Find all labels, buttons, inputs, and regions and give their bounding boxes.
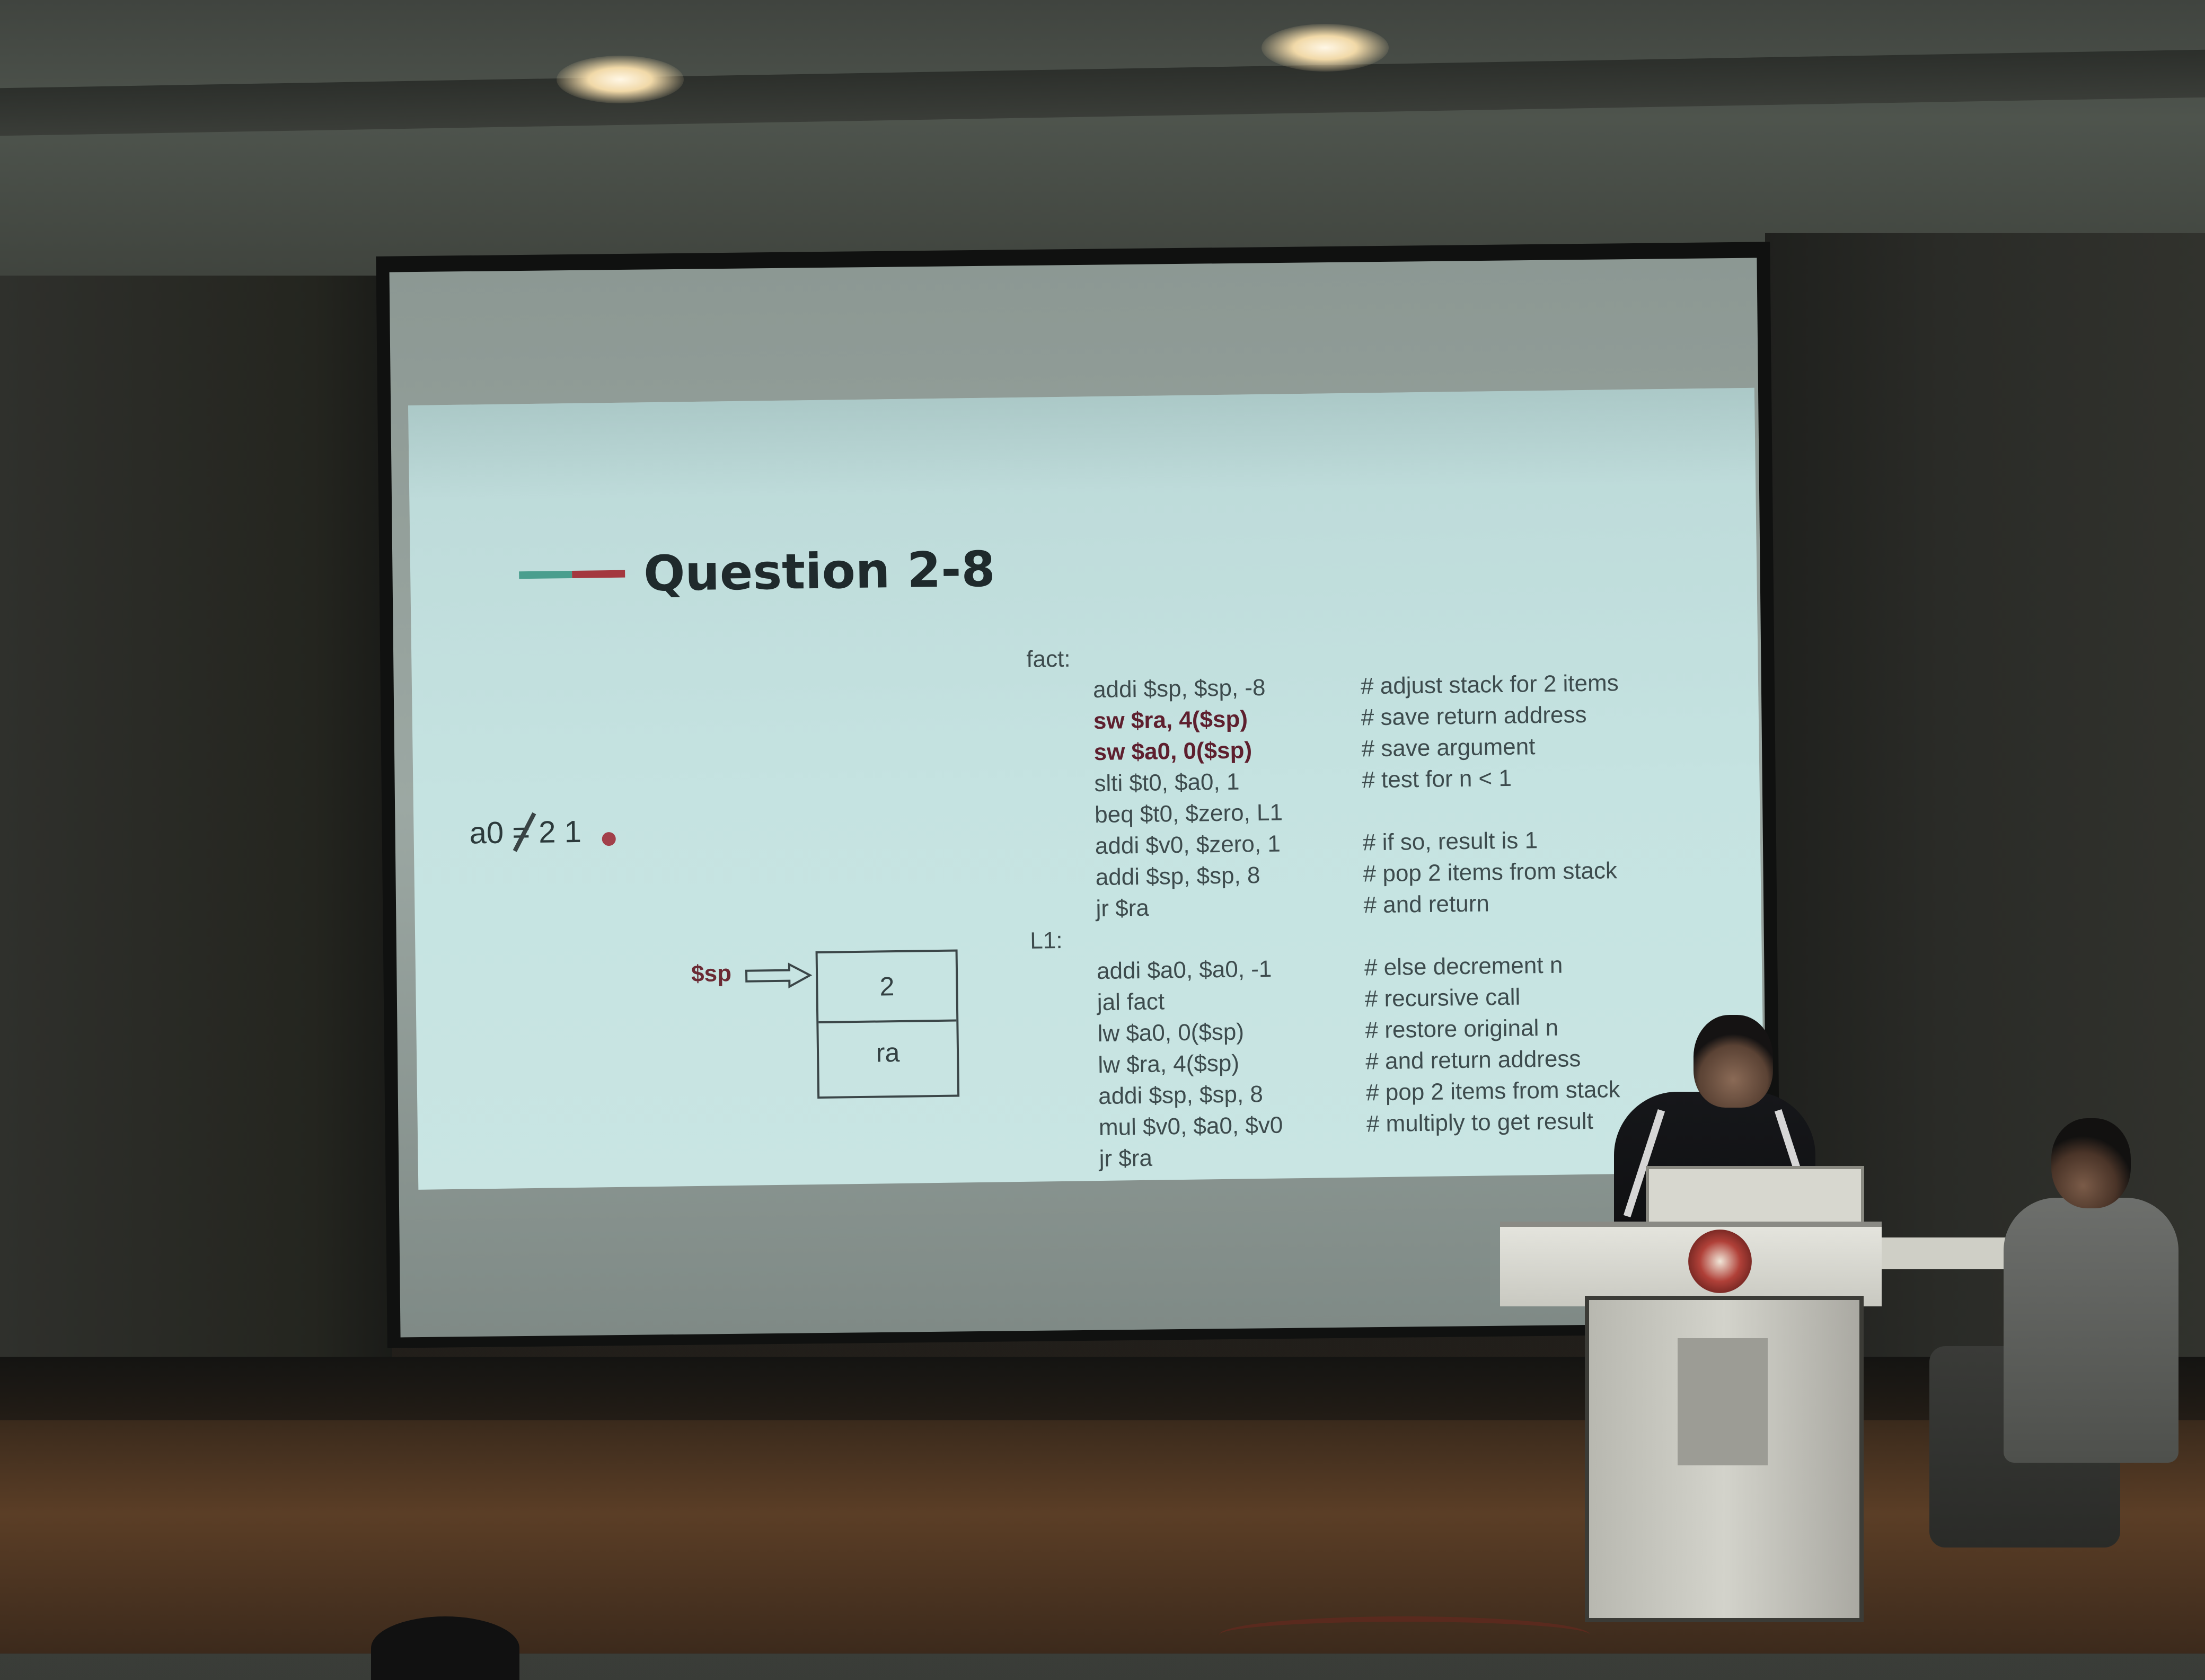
code-instruction: jr $ra [1099,1145,1153,1172]
title-accent-teal [519,570,572,579]
code-instruction: jal fact [1097,988,1165,1016]
code-instruction: addi $sp, $sp, 8 [1098,1081,1264,1110]
code-instruction: addi $v0, $zero, 1 [1095,830,1281,860]
slide-top-shade [408,387,1756,501]
code-comment: # and return [1363,890,1490,918]
stack-divider [818,1019,957,1023]
stack-pointer-arrow-icon [745,962,813,989]
code-instruction: mul $v0, $a0, $v0 [1098,1112,1283,1141]
annotation-new-value: 1 [564,814,582,850]
podium-emblem-logo [1688,1230,1752,1293]
laser-pointer-dot [602,832,616,846]
code-label: fact: [1026,646,1071,673]
code-label: L1: [1030,927,1063,954]
code-comment: # restore original n [1365,1014,1559,1044]
code-comment: # if so, result is 1 [1362,827,1538,856]
code-comment: # and return address [1365,1046,1581,1075]
podium-front-panel [1678,1338,1768,1465]
code-comment: # save return address [1361,701,1587,731]
code-comment: # else decrement n [1364,952,1563,981]
code-instruction: sw $a0, 0($sp) [1093,737,1253,766]
code-instruction: addi $sp, $sp, -8 [1092,674,1266,703]
podium-monitor [1646,1166,1864,1231]
stack-pointer-label: $sp [691,960,732,987]
ceiling-light-right [1262,24,1389,72]
code-instruction: sw $ra, 4($sp) [1093,706,1248,735]
stack-diagram: 2 ra [815,949,960,1099]
slide-title: Question 2-8 [643,541,996,603]
code-comment: # multiply to get result [1366,1108,1594,1137]
code-comment: # adjust stack for 2 items [1360,670,1619,700]
code-instruction: beq $t0, $zero, L1 [1094,799,1283,828]
title-accent-red [572,570,625,578]
code-instruction: addi $a0, $a0, -1 [1096,956,1272,985]
wall-left [0,276,392,1495]
stage-edge [0,1357,2205,1426]
code-comment: # pop 2 items from stack [1365,1076,1620,1106]
code-comment: # pop 2 items from stack [1363,857,1618,887]
code-comment: # recursive call [1364,984,1521,1012]
seated-student-head [2051,1118,2131,1208]
projected-slide: Question 2-8 a0 = 2 1 $sp 2 ra fact: addi… [408,387,1765,1190]
code-comment: # test for n < 1 [1362,765,1512,793]
seated-student-body [2004,1198,2178,1463]
annotation-crossed-value: 2 [538,815,556,850]
ceiling-light-left [557,56,684,103]
speaker-head [1694,1015,1773,1108]
floor-cable [1219,1616,1590,1654]
code-instruction: jr $ra [1096,895,1150,922]
stage-floor [0,1420,2205,1654]
code-instruction: slti $t0, $a0, 1 [1094,768,1240,797]
code-instruction: lw $ra, 4($sp) [1098,1050,1240,1078]
stack-cell-top: 2 [879,971,895,1002]
code-instruction: addi $sp, $sp, 8 [1095,862,1260,891]
stack-cell-bottom: ra [876,1037,900,1068]
audience-head-foreground [371,1616,519,1680]
code-instruction: lw $a0, 0($sp) [1097,1019,1245,1047]
code-comment: # save argument [1361,733,1536,762]
